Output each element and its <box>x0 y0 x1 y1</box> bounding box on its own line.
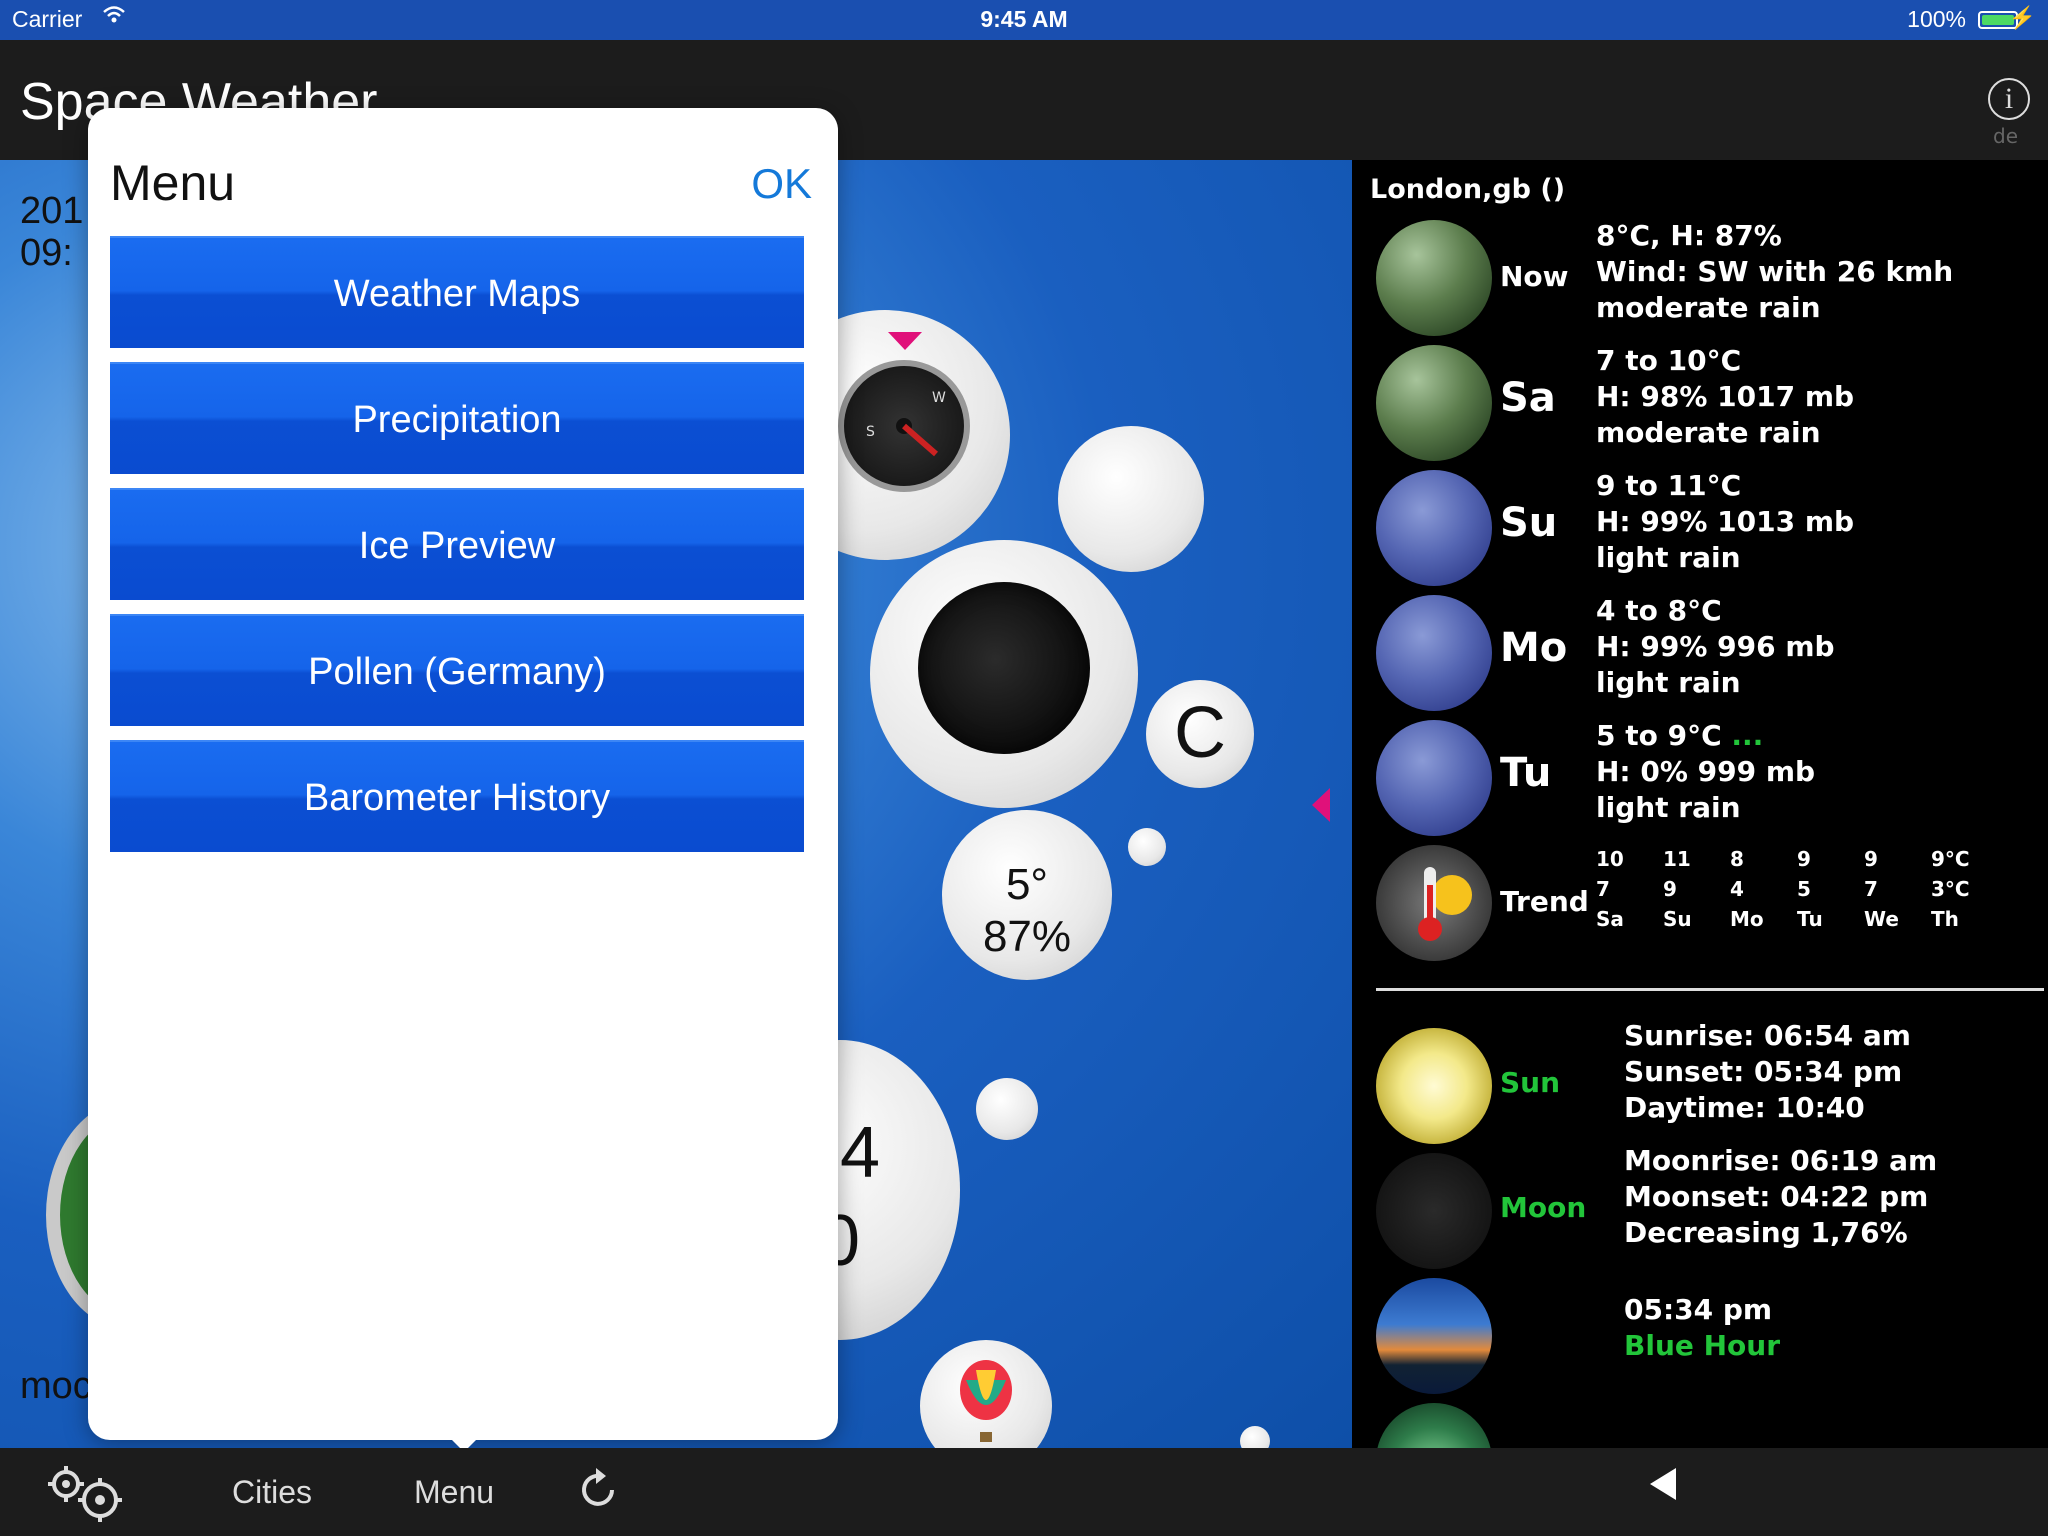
forecast-row-sa[interactable]: Sa 7 to 10°C H: 98% 1017 mb moderate rai… <box>1352 335 2048 461</box>
menu-item-barometer-history[interactable]: Barometer History <box>110 740 804 852</box>
svg-text:W: W <box>932 390 946 406</box>
thermometer-sun-icon <box>1376 845 1492 961</box>
moon-icon <box>1376 1153 1492 1269</box>
reading-humidity: 87% <box>982 912 1072 961</box>
row-label: Mo <box>1500 625 1568 671</box>
moon-label: Moon <box>1500 1191 1587 1224</box>
refresh-icon[interactable] <box>578 1466 620 1523</box>
row-label: Now <box>1500 260 1569 293</box>
forecast-row-now[interactable]: Now 8°C, H: 87% Wind: SW with 26 kmh mod… <box>1352 210 2048 336</box>
row-details: 4 to 8°C H: 99% 996 mb light rain <box>1596 594 1835 699</box>
forecast-panel: London,gb () Now 8°C, H: 87% Wind: SW wi… <box>1352 160 2048 1448</box>
sun-row[interactable]: Sun Sunrise: 06:54 am Sunset: 05:34 pm D… <box>1352 1018 2048 1144</box>
trend-label: Trend <box>1500 885 1589 918</box>
small-bubble <box>976 1078 1038 1140</box>
rain-icon <box>1376 345 1492 461</box>
ok-button[interactable]: OK <box>751 160 812 208</box>
trend-days: Sa Su Mo Tu We Th <box>1596 907 1959 931</box>
row-details: 8°C, H: 87% Wind: SW with 26 kmh moderat… <box>1596 219 1954 324</box>
panel-edge-marker <box>1312 788 1330 822</box>
blue-hour-row[interactable]: 05:34 pm Blue Hour <box>1352 1268 2048 1394</box>
row-details: 7 to 10°C H: 98% 1017 mb moderate rain <box>1596 344 1855 449</box>
panel-divider <box>1376 988 2044 991</box>
tab-menu[interactable]: Menu <box>414 1474 494 1511</box>
wind-direction-marker <box>888 332 922 350</box>
aurora-icon <box>1376 1403 1492 1448</box>
temp-unit-label[interactable]: C <box>1146 692 1254 774</box>
bottom-label: moc <box>20 1365 92 1407</box>
trend-highs: 10 11 8 9 9 9°C <box>1596 847 1970 871</box>
small-dot <box>1128 828 1166 866</box>
forecast-row-mo[interactable]: Mo 4 to 8°C H: 99% 996 mb light rain <box>1352 585 2048 711</box>
battery-percent: 100% <box>1907 6 1966 32</box>
menu-item-precipitation[interactable]: Precipitation <box>110 362 804 474</box>
row-details: 9 to 11°C H: 99% 1013 mb light rain <box>1596 469 1855 574</box>
sun-label: Sun <box>1500 1066 1561 1099</box>
more-indicator: ... <box>1731 719 1764 752</box>
moon-row[interactable]: Moon Moonrise: 06:19 am Moonset: 04:22 p… <box>1352 1143 2048 1269</box>
row-label: Tu <box>1500 750 1552 796</box>
light-rain-icon <box>1376 595 1492 711</box>
forecast-row-tu[interactable]: Tu 5 to 9°C ... H: 0% 999 mb light rain <box>1352 710 2048 836</box>
hot-air-balloon-icon <box>960 1360 1012 1442</box>
menu-item-ice-preview[interactable]: Ice Preview <box>110 488 804 600</box>
sun-icon <box>1376 1028 1492 1144</box>
sun-details: Sunrise: 06:54 am Sunset: 05:34 pm Dayti… <box>1624 1019 1911 1124</box>
tab-bar: Cities Menu <box>0 1448 2048 1536</box>
blue-hour-details: 05:34 pm Blue Hour <box>1624 1293 1781 1362</box>
tiny-dot <box>1240 1426 1270 1448</box>
menu-item-weather-maps[interactable]: Weather Maps <box>110 236 804 348</box>
compass-icon: SW <box>838 360 970 492</box>
menu-popover: Menu OK Weather Maps Precipitation Ice P… <box>88 108 838 1440</box>
forecast-row-su[interactable]: Su 9 to 11°C H: 99% 1013 mb light rain <box>1352 460 2048 586</box>
row-label: Su <box>1500 500 1558 546</box>
time-label: 09: <box>20 232 73 274</box>
blue-hour-icon <box>1376 1278 1492 1394</box>
menu-item-pollen[interactable]: Pollen (Germany) <box>110 614 804 726</box>
light-rain-icon <box>1376 720 1492 836</box>
reading-temp: 5° <box>1005 860 1049 909</box>
date-label: 201 <box>20 190 84 232</box>
svg-text:S: S <box>866 424 875 440</box>
aurora-row[interactable] <box>1352 1393 2048 1448</box>
moon-details: Moonrise: 06:19 am Moonset: 04:22 pm Dec… <box>1624 1144 1938 1249</box>
rain-icon <box>1376 220 1492 336</box>
trend-lows: 7 9 4 5 7 3°C <box>1596 877 1970 901</box>
row-details: 5 to 9°C ... H: 0% 999 mb light rain <box>1596 719 1816 824</box>
info-icon[interactable]: i <box>1988 78 2030 120</box>
moon-phase-icon <box>918 582 1090 754</box>
language-label: de <box>1993 124 2018 148</box>
charging-icon: ⚡ <box>2008 5 2036 30</box>
settings-gears-icon[interactable] <box>46 1464 130 1522</box>
tab-cities[interactable]: Cities <box>232 1474 312 1511</box>
back-triangle-icon[interactable] <box>1646 1464 1680 1515</box>
status-bar: Carrier 9:45 AM 100% ⚡ <box>0 0 2048 40</box>
trend-row[interactable]: Trend 10 11 8 9 9 9°C 7 9 4 5 7 3°C Sa Su Mo Tu We Th <box>1352 835 2048 961</box>
light-rain-icon <box>1376 470 1492 586</box>
empty-bubble <box>1058 426 1204 572</box>
menu-title: Menu <box>110 155 236 211</box>
trend-table: 10 11 8 9 9 9°C 7 9 4 5 7 3°C Sa Su Mo Tu We Th <box>1596 847 1998 937</box>
status-time: 9:45 AM <box>980 6 1068 32</box>
row-label: Sa <box>1500 375 1556 421</box>
city-name[interactable]: London,gb () <box>1370 174 1565 205</box>
